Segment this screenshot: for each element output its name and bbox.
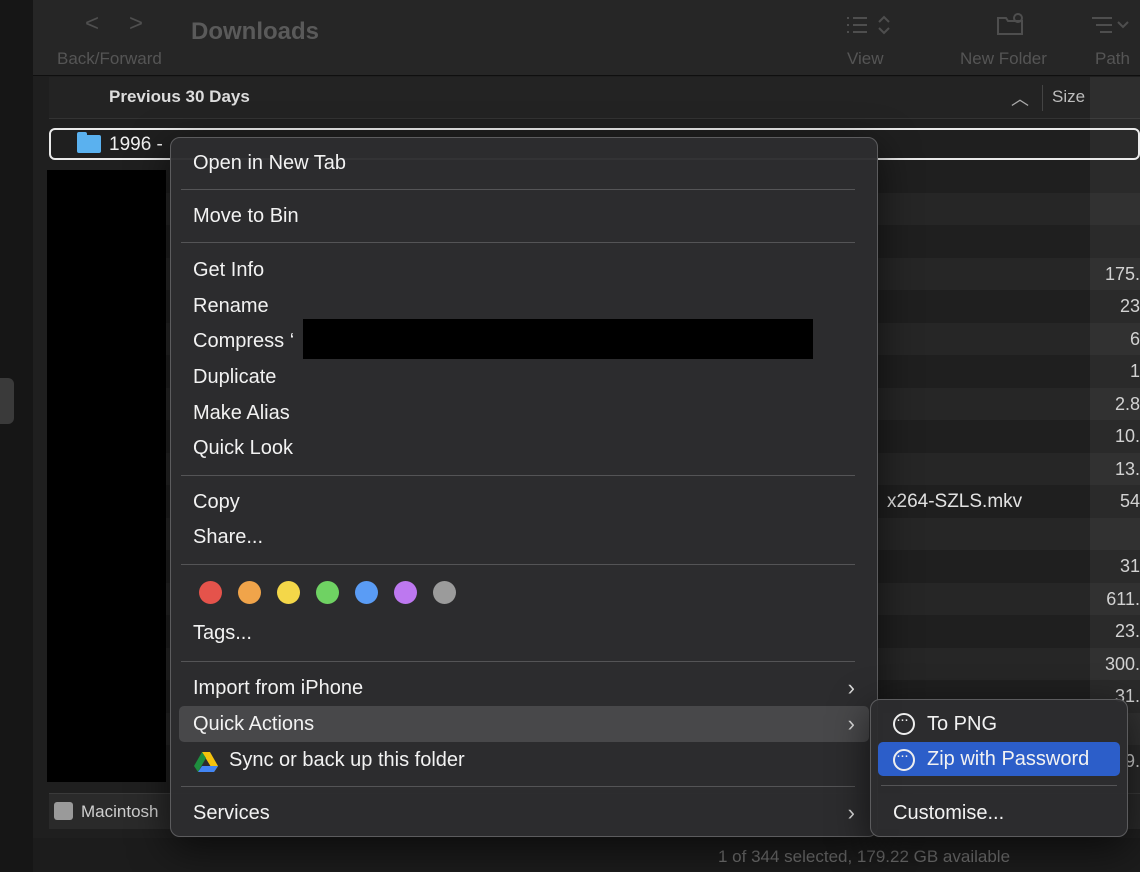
sidebar-handle[interactable]: [0, 378, 14, 424]
hard-disk-icon: [54, 802, 73, 820]
menu-item-copy[interactable]: Copy: [193, 491, 240, 514]
tag-green[interactable]: [316, 581, 339, 604]
menu-item-compress[interactable]: Compress ‘: [193, 330, 294, 353]
group-title: Previous 30 Days: [109, 87, 250, 106]
toolbar: < > Downloads Back/Forward View New Fold…: [33, 0, 1140, 76]
tag-blue[interactable]: [355, 581, 378, 604]
sort-chevron-up-icon[interactable]: ︿: [1011, 85, 1029, 111]
column-divider[interactable]: [1042, 85, 1043, 111]
tag-orange[interactable]: [238, 581, 261, 604]
menu-item-import-from-iphone[interactable]: Import from iPhone: [193, 677, 363, 700]
menu-item-quick-actions[interactable]: Quick Actions: [193, 713, 314, 736]
menu-item-get-info[interactable]: Get Info: [193, 259, 264, 282]
menu-item-rename[interactable]: Rename: [193, 295, 269, 318]
tag-gray[interactable]: [433, 581, 456, 604]
menu-item-share[interactable]: Share...: [193, 526, 263, 549]
menu-separator: [181, 242, 855, 243]
sidebar-strip: [0, 0, 33, 872]
chevron-right-icon: ›: [847, 675, 855, 700]
menu-separator: [881, 785, 1117, 786]
status-text: 1 of 344 selected, 179.22 GB available: [718, 847, 1011, 866]
folder-icon: [77, 132, 101, 153]
size-column-header[interactable]: Size: [1052, 87, 1085, 107]
tag-purple[interactable]: [394, 581, 417, 604]
redacted-region: [47, 170, 166, 782]
new-folder-label: New Folder: [960, 49, 1047, 68]
google-drive-icon: [194, 752, 218, 772]
menu-separator: [181, 189, 855, 190]
back-icon[interactable]: <: [85, 10, 99, 38]
action-icon: [893, 711, 915, 735]
chevron-right-icon: ›: [847, 800, 855, 825]
status-bar: 1 of 344 selected, 179.22 GB available: [33, 838, 1140, 872]
menu-separator: [181, 786, 855, 787]
redacted-filename: [303, 319, 813, 359]
submenu-item-to-png[interactable]: To PNG: [927, 713, 997, 736]
context-menu: Open in New Tab Move to Bin Get Info Ren…: [170, 137, 878, 837]
menu-item-move-to-bin[interactable]: Move to Bin: [193, 205, 299, 228]
back-forward-label: Back/Forward: [57, 49, 162, 68]
tag-red[interactable]: [199, 581, 222, 604]
file-name: 1996 -: [109, 134, 163, 155]
menu-item-services[interactable]: Services: [193, 802, 270, 825]
group-header: Previous 30 Days ︿ Size: [49, 77, 1140, 119]
menu-item-make-alias[interactable]: Make Alias: [193, 402, 290, 425]
action-icon: [893, 747, 915, 771]
menu-item-sync-folder[interactable]: Sync or back up this folder: [229, 749, 465, 772]
menu-item-duplicate[interactable]: Duplicate: [193, 366, 276, 389]
list-view-icon[interactable]: [845, 14, 891, 36]
view-label: View: [847, 49, 884, 68]
submenu-item-customise[interactable]: Customise...: [893, 802, 1004, 825]
tag-yellow[interactable]: [277, 581, 300, 604]
forward-icon[interactable]: >: [129, 10, 143, 38]
quick-actions-submenu: To PNG Zip with Password Customise...: [870, 699, 1128, 837]
menu-item-open-in-new-tab[interactable]: Open in New Tab: [193, 152, 346, 175]
menu-separator: [181, 661, 855, 662]
path-icon[interactable]: [1090, 14, 1130, 36]
menu-separator: [181, 564, 855, 565]
file-name: x264-SZLS.mkv: [887, 491, 1023, 512]
path-bar-disk[interactable]: Macintosh: [81, 802, 158, 822]
path-label: Path: [1095, 49, 1130, 68]
window-title: Downloads: [191, 18, 320, 45]
menu-separator: [181, 475, 855, 476]
new-folder-icon[interactable]: [996, 12, 1026, 36]
menu-item-tags[interactable]: Tags...: [193, 622, 252, 645]
submenu-item-zip-with-password[interactable]: Zip with Password: [927, 748, 1089, 771]
chevron-right-icon: ›: [847, 711, 855, 736]
menu-item-quick-look[interactable]: Quick Look: [193, 437, 293, 460]
